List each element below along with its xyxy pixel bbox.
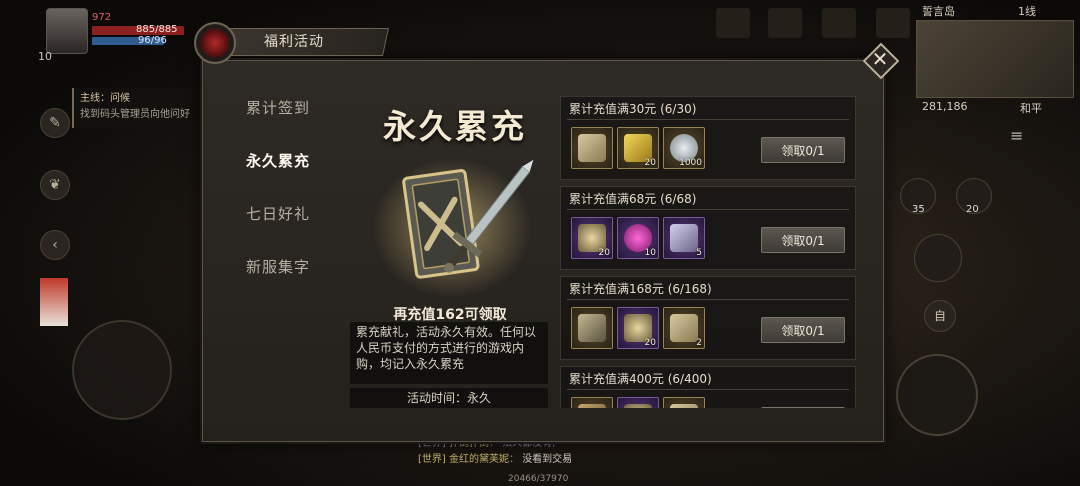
gem-emblem-icon xyxy=(194,22,236,64)
tier-header: 累计充值满68元 (6/68) xyxy=(569,192,697,206)
reward-qty: 2 xyxy=(696,338,702,348)
quest-tracker[interactable]: 主线：问候 找到码头管理员向他问好 xyxy=(72,88,212,128)
tier-divider xyxy=(567,389,849,390)
pk-mode[interactable]: 和平 xyxy=(1020,100,1042,116)
claim-button[interactable] xyxy=(761,407,845,408)
minimap[interactable] xyxy=(916,20,1074,98)
map-name: 誓言岛 xyxy=(922,5,955,18)
reward-slot[interactable] xyxy=(571,397,613,408)
feather-icon[interactable]: ✎ xyxy=(40,108,70,138)
claim-button[interactable]: 领取0/1 xyxy=(761,137,845,163)
auto-battle-button[interactable]: 自 xyxy=(924,300,956,332)
reward-slot[interactable]: 20 xyxy=(617,307,659,349)
reward-slot[interactable] xyxy=(617,397,659,408)
chat-channel: [世界] xyxy=(418,454,446,465)
reward-slot[interactable]: 1000 xyxy=(663,127,705,169)
reward-qty: 20 xyxy=(644,338,656,348)
hp-text: 885/885 xyxy=(136,24,178,35)
reward-slot[interactable]: 20 xyxy=(617,127,659,169)
reward-qty: 20 xyxy=(644,158,656,168)
close-icon: ✕ xyxy=(871,47,889,71)
claim-button[interactable]: 领取0/1 xyxy=(761,317,845,343)
tier-list[interactable]: 累计充值满30元 (6/30) 20 1000 领取0/1 累计充值满68元 (… xyxy=(560,96,856,408)
player-name: 972 xyxy=(92,12,112,23)
shop-icon[interactable] xyxy=(768,8,802,38)
chat-text: 没看到交易 xyxy=(522,454,573,465)
skill-slash-icon[interactable] xyxy=(914,234,962,282)
movement-joystick[interactable] xyxy=(72,320,172,420)
chest-icon[interactable] xyxy=(716,8,750,38)
brand-tab-icon[interactable] xyxy=(40,278,68,326)
nav-item-permanent-recharge[interactable]: 永久累充 xyxy=(230,141,340,181)
sword-book-reward-icon xyxy=(372,158,534,298)
close-button[interactable]: ✕ xyxy=(862,42,900,80)
tier-card: 累计充值满30元 (6/30) 20 1000 领取0/1 xyxy=(560,96,856,180)
tier-divider xyxy=(567,119,849,120)
scroll-icon xyxy=(578,404,606,408)
ticket-icon xyxy=(670,404,698,408)
reward-slot[interactable] xyxy=(663,397,705,408)
reward-qty: 20 xyxy=(598,248,610,258)
rune-book-icon xyxy=(578,314,606,342)
tier-card: 累计充值满400元 (6/400) xyxy=(560,366,856,408)
chat-line: [世界] 金红的黛芙妮： 没看到交易 xyxy=(418,454,573,465)
activity-time: 活动时间：永久 xyxy=(350,388,548,408)
tier-divider xyxy=(567,209,849,210)
claim-button[interactable]: 领取0/1 xyxy=(761,227,845,253)
nav-item-seven-day-gift[interactable]: 七日好礼 xyxy=(230,194,340,234)
nav-item-server-word-collect[interactable]: 新服集字 xyxy=(230,247,340,287)
recharge-needed-text: 再充值162可领取 xyxy=(393,307,507,323)
feature-title: 永久累充 xyxy=(383,107,527,146)
feature-description: 累充献礼，活动永久有效。任何以人民币支付的方式进行的游戏内购，均记入永久累充 xyxy=(350,322,548,384)
mp-text: 96/96 xyxy=(138,35,167,46)
reward-slot[interactable]: 20 xyxy=(571,217,613,259)
tier-divider xyxy=(567,299,849,300)
nav-item-sign-in[interactable]: 累计签到 xyxy=(230,88,340,128)
tier-card: 累计充值满68元 (6/68) 20 10 5 领取0/1 xyxy=(560,186,856,270)
player-level: 10 xyxy=(38,50,52,63)
tier-header: 累计充值满30元 (6/30) xyxy=(569,102,697,116)
player-coords: 281,186 xyxy=(922,100,968,113)
quest-title: 主线：问候 xyxy=(80,93,130,104)
reward-slot[interactable] xyxy=(571,127,613,169)
event-icon[interactable] xyxy=(822,8,856,38)
wing-icon[interactable]: ❦ xyxy=(40,170,70,200)
star-crystal-icon xyxy=(624,404,652,408)
menu-icon[interactable]: ≡ xyxy=(1010,126,1040,146)
ticket-50-icon xyxy=(578,134,606,162)
reward-slot[interactable]: 5 xyxy=(663,217,705,259)
channel-label[interactable]: 1线 xyxy=(1018,3,1036,19)
rune-stone-icon xyxy=(670,224,698,252)
collapse-arrow-icon[interactable]: ‹ xyxy=(40,230,70,260)
reward-slot[interactable]: 2 xyxy=(663,307,705,349)
reward-qty: 10 xyxy=(644,248,656,258)
tier-card: 累计充值满168元 (6/168) 20 2 领取0/1 xyxy=(560,276,856,360)
tier-header: 累计充值满168元 (6/168) xyxy=(569,282,712,296)
tier-header: 累计充值满400元 (6/400) xyxy=(569,372,712,386)
gift-icon[interactable] xyxy=(876,8,910,38)
reward-slot[interactable] xyxy=(571,307,613,349)
ticket-50-icon xyxy=(670,314,698,342)
chat-sender: 金红的黛芙妮 xyxy=(449,454,509,465)
attack-button[interactable] xyxy=(896,354,978,436)
reward-qty: 1000 xyxy=(679,158,702,168)
exp-text: 20466/37970 xyxy=(508,474,569,484)
player-avatar[interactable] xyxy=(46,8,88,54)
modal-title: 福利活动 xyxy=(264,34,324,50)
potion-count: 35 xyxy=(912,204,925,215)
reward-qty: 5 xyxy=(696,248,702,258)
quest-desc: 找到码头管理员向他问好 xyxy=(80,109,190,120)
potion-count-2: 20 xyxy=(966,204,979,215)
reward-slot[interactable]: 10 xyxy=(617,217,659,259)
